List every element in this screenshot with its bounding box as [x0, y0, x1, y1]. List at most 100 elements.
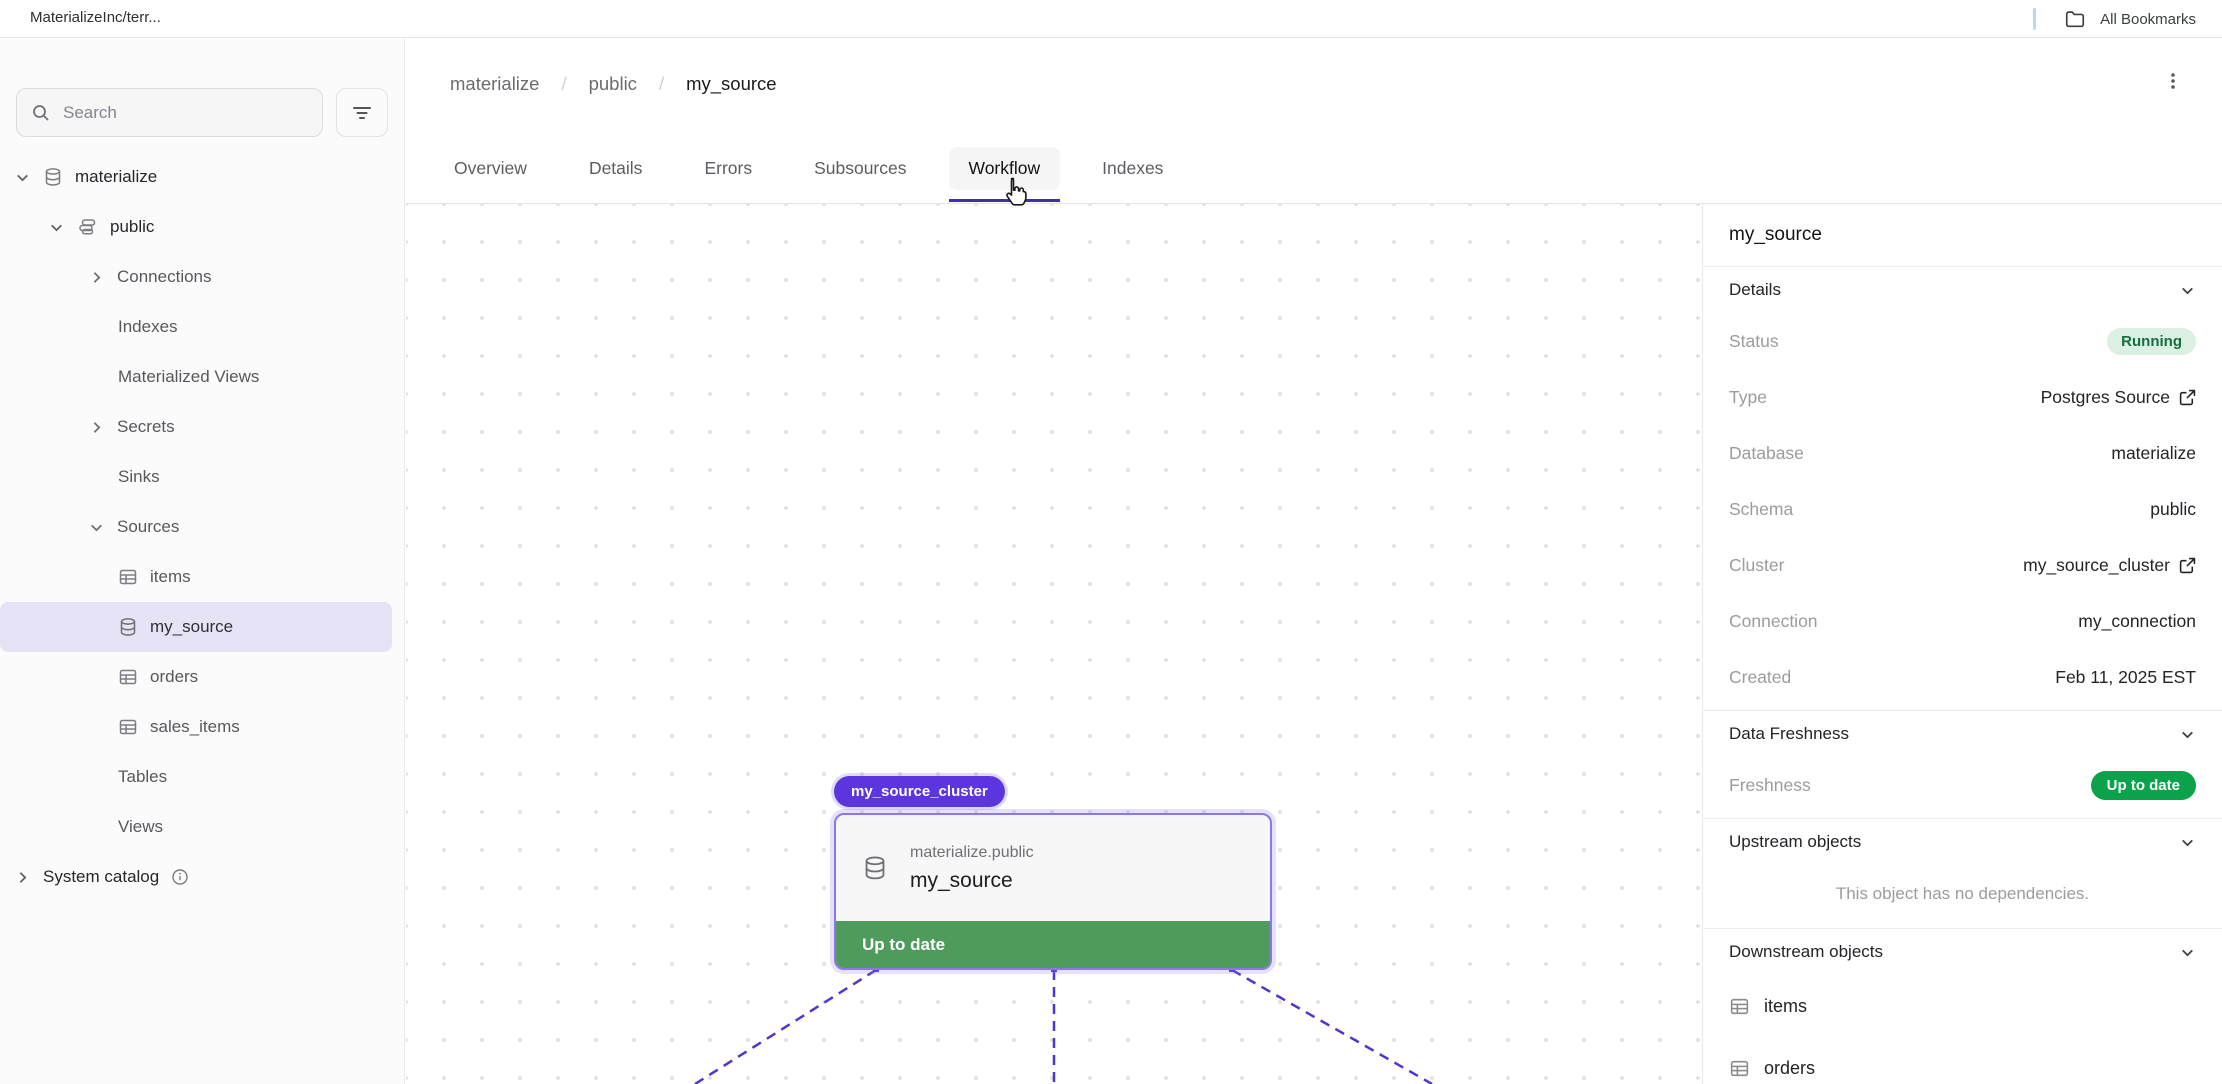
- bookmarks-bar: All Bookmarks: [2033, 0, 2196, 38]
- tree-item-label: Tables: [118, 767, 167, 787]
- sidebar-search-row: [16, 88, 388, 137]
- chevron-right-icon: [88, 419, 105, 436]
- detail-value: Postgres Source: [2041, 387, 2170, 408]
- tree-item-my-source[interactable]: my_source: [0, 602, 392, 652]
- tab-subsources[interactable]: Subsources: [810, 147, 910, 190]
- downstream-item-label: orders: [1764, 1058, 1815, 1079]
- detail-row-cluster: Cluster my_source_cluster: [1703, 537, 2222, 593]
- breadcrumb-separator: /: [561, 73, 566, 95]
- bookmarks-divider: [2033, 8, 2036, 30]
- tree-item-label: materialize: [75, 167, 157, 187]
- downstream-item-label: items: [1764, 996, 1807, 1017]
- section-data-freshness-header[interactable]: Data Freshness: [1703, 711, 2222, 757]
- browser-tab-title[interactable]: MaterializeInc/terr...: [30, 9, 161, 26]
- detail-label: Schema: [1729, 499, 1793, 520]
- object-explorer-sidebar: materialize public Connections Indexes M…: [0, 39, 405, 1084]
- section-details-header[interactable]: Details: [1703, 267, 2222, 313]
- upstream-empty-message: This object has no dependencies.: [1703, 865, 2222, 923]
- tab-overview[interactable]: Overview: [450, 147, 531, 190]
- database-icon: [43, 167, 63, 187]
- tree-item-materialize[interactable]: materialize: [0, 152, 404, 202]
- tree-item-sales-items[interactable]: sales_items: [0, 702, 404, 752]
- detail-label: Created: [1729, 667, 1791, 688]
- external-link-icon: [2179, 557, 2196, 574]
- table-icon: [1729, 996, 1750, 1017]
- tree-item-label: orders: [150, 667, 198, 687]
- table-icon: [1729, 1058, 1750, 1079]
- status-badge: Running: [2107, 328, 2196, 355]
- detail-row-connection: Connection my_connection: [1703, 593, 2222, 649]
- chevron-down-icon: [2179, 282, 2196, 299]
- table-icon: [118, 717, 138, 737]
- tree-item-label: sales_items: [150, 717, 240, 737]
- tree-item-orders[interactable]: orders: [0, 652, 404, 702]
- tab-indexes[interactable]: Indexes: [1098, 147, 1167, 190]
- breadcrumb: materialize / public / my_source: [450, 73, 777, 95]
- breadcrumb-schema[interactable]: public: [589, 73, 637, 95]
- detail-label: Database: [1729, 443, 1804, 464]
- tree-item-label: System catalog: [43, 867, 159, 887]
- tree-item-label: Connections: [117, 267, 212, 287]
- tree-item-system-catalog[interactable]: System catalog: [0, 852, 404, 902]
- detail-value: public: [2150, 499, 2196, 520]
- info-icon: [171, 868, 189, 886]
- tree-item-secrets[interactable]: Secrets: [0, 402, 404, 452]
- table-icon: [118, 567, 138, 587]
- tree-item-sinks[interactable]: Sinks: [0, 452, 404, 502]
- detail-label: Type: [1729, 387, 1767, 408]
- chevron-right-icon: [14, 869, 31, 886]
- detail-row-status: Status Running: [1703, 313, 2222, 369]
- cluster-badge: my_source_cluster: [834, 776, 1005, 807]
- all-bookmarks-button[interactable]: All Bookmarks: [2100, 11, 2196, 28]
- tree-item-label: Secrets: [117, 417, 175, 437]
- tree-item-views[interactable]: Views: [0, 802, 404, 852]
- tab-workflow[interactable]: Workflow: [949, 147, 1061, 190]
- database-icon: [118, 617, 138, 637]
- source-node[interactable]: materialize.public my_source Up to date: [834, 813, 1272, 970]
- tree-item-materialized-views[interactable]: Materialized Views: [0, 352, 404, 402]
- more-options-icon[interactable]: [2164, 71, 2182, 91]
- filter-button[interactable]: [336, 88, 388, 137]
- tab-errors[interactable]: Errors: [700, 147, 756, 190]
- section-heading: Data Freshness: [1729, 724, 1849, 744]
- tree-item-public[interactable]: public: [0, 202, 404, 252]
- chevron-down-icon: [48, 219, 65, 236]
- search-box: [16, 88, 323, 137]
- type-value-link[interactable]: Postgres Source: [2041, 387, 2196, 408]
- tree-item-tables[interactable]: Tables: [0, 752, 404, 802]
- schema-icon: [77, 217, 98, 237]
- freshness-badge: Up to date: [2091, 771, 2196, 800]
- detail-value: my_connection: [2078, 611, 2196, 632]
- chevron-down-icon: [2179, 944, 2196, 961]
- search-input[interactable]: [61, 102, 308, 124]
- table-icon: [118, 667, 138, 687]
- tree-item-sources[interactable]: Sources: [0, 502, 404, 552]
- node-name: my_source: [910, 869, 1034, 893]
- tab-details[interactable]: Details: [585, 147, 647, 190]
- cluster-value-link[interactable]: my_source_cluster: [2023, 555, 2196, 576]
- panel-title: my_source: [1703, 204, 2222, 267]
- section-heading: Downstream objects: [1729, 942, 1883, 962]
- folder-icon: [2064, 8, 2086, 30]
- chevron-down-icon: [2179, 834, 2196, 851]
- detail-value: my_source_cluster: [2023, 555, 2170, 576]
- downstream-item-items[interactable]: items: [1703, 975, 2222, 1037]
- object-tree: materialize public Connections Indexes M…: [0, 152, 404, 902]
- tree-item-indexes[interactable]: Indexes: [0, 302, 404, 352]
- filter-lines-icon: [352, 104, 372, 122]
- downstream-item-orders[interactable]: orders: [1703, 1037, 2222, 1084]
- section-upstream-header[interactable]: Upstream objects: [1703, 819, 2222, 865]
- detail-value: materialize: [2111, 443, 2196, 464]
- tree-item-items[interactable]: items: [0, 552, 404, 602]
- workflow-canvas[interactable]: my_source_cluster materialize.public my_…: [406, 204, 1701, 1084]
- tree-item-label: items: [150, 567, 191, 587]
- detail-row-database: Database materialize: [1703, 425, 2222, 481]
- tree-item-label: public: [110, 217, 154, 237]
- detail-label: Connection: [1729, 611, 1818, 632]
- detail-row-created: Created Feb 11, 2025 EST: [1703, 649, 2222, 705]
- tree-item-connections[interactable]: Connections: [0, 252, 404, 302]
- section-downstream-header[interactable]: Downstream objects: [1703, 929, 2222, 975]
- tab-bar: Overview Details Errors Subsources Workf…: [450, 133, 1167, 203]
- breadcrumb-database[interactable]: materialize: [450, 73, 539, 95]
- node-qualifier: materialize.public: [910, 844, 1034, 862]
